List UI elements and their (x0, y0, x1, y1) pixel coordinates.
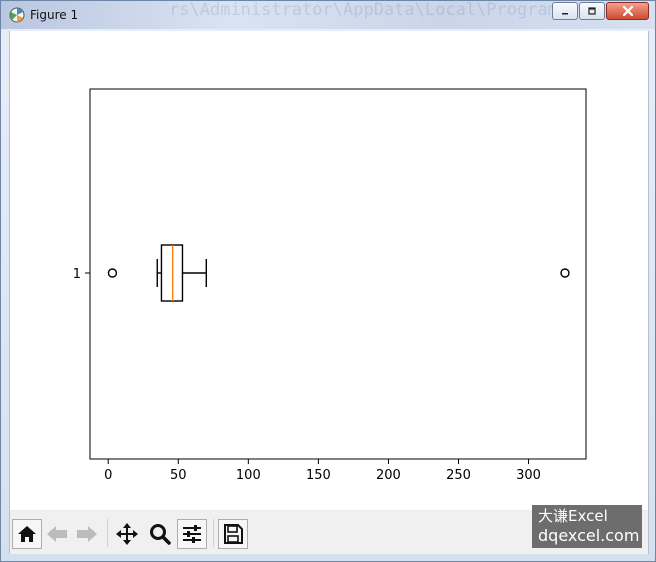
figure-app-icon (9, 7, 25, 23)
maximize-icon (588, 7, 596, 15)
figure-window: rs\Administrator\AppData\Local\Programs … (0, 0, 656, 562)
home-icon (18, 526, 36, 542)
toolbar-separator (213, 519, 214, 547)
move-icon (116, 523, 138, 545)
x-tick-label: 200 (376, 468, 401, 483)
background-ghost-text: rs\Administrator\AppData\Local\Programs (169, 0, 569, 20)
maximize-button[interactable] (579, 2, 605, 20)
close-button[interactable] (606, 2, 649, 20)
x-tick-label: 300 (516, 468, 541, 483)
minimize-icon (562, 13, 568, 15)
x-tick-label: 150 (306, 468, 331, 483)
watermark-line1: 大谦Excel (538, 507, 608, 525)
forward-button[interactable] (72, 519, 102, 549)
back-button[interactable] (42, 519, 72, 549)
sliders-icon (183, 525, 201, 543)
watermark-line2: dqexcel.com (538, 526, 640, 545)
toolbar-separator (107, 519, 108, 547)
arrow-left-icon (47, 526, 67, 542)
plot-frame (89, 88, 587, 460)
window-title: Figure 1 (30, 8, 79, 22)
configure-subplots-button[interactable] (177, 519, 207, 549)
pan-button[interactable] (112, 519, 142, 549)
x-tick-label: 100 (236, 468, 261, 483)
zoom-button[interactable] (145, 519, 175, 549)
figure-canvas-area: 0 50 100 150 200 250 300 1 (9, 31, 649, 554)
x-tick-label: 0 (104, 468, 112, 483)
minimize-button[interactable] (552, 2, 578, 20)
close-icon (622, 5, 633, 17)
watermark: 大谦Excel dqexcel.com (532, 505, 642, 548)
y-tick-label: 1 (73, 267, 81, 282)
x-tick-label: 250 (446, 468, 471, 483)
window-controls (552, 2, 649, 20)
boxplot-chart[interactable]: 0 50 100 150 200 250 300 1 (10, 31, 649, 511)
arrow-right-icon (77, 526, 97, 542)
home-button[interactable] (12, 519, 42, 549)
save-button[interactable] (218, 519, 248, 549)
title-bar[interactable]: rs\Administrator\AppData\Local\Programs … (1, 1, 655, 29)
magnifier-icon (150, 524, 171, 545)
floppy-disk-icon (224, 524, 243, 544)
x-tick-label: 50 (170, 468, 187, 483)
